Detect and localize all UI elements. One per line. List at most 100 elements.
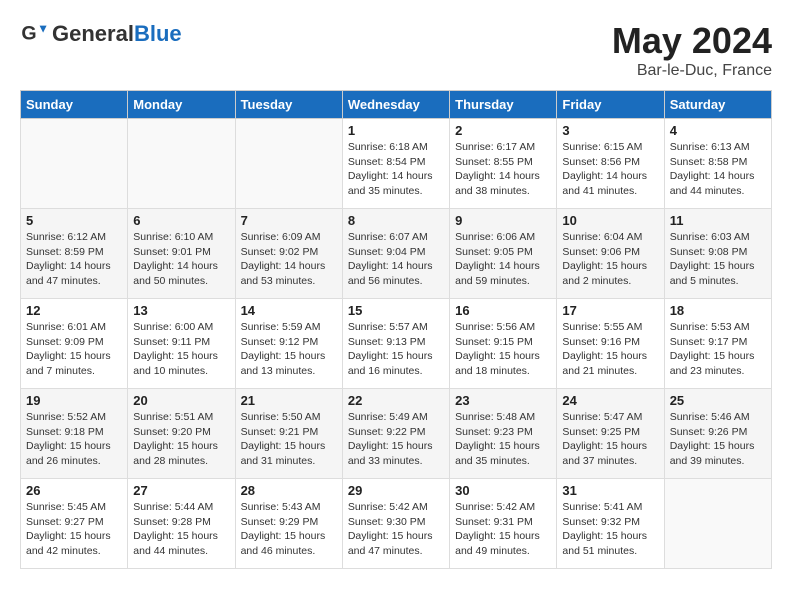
- header-day-wednesday: Wednesday: [342, 91, 449, 119]
- day-info: Sunrise: 6:09 AMSunset: 9:02 PMDaylight:…: [241, 230, 337, 289]
- table-row: 16Sunrise: 5:56 AMSunset: 9:15 PMDayligh…: [450, 299, 557, 389]
- table-row: [21, 119, 128, 209]
- day-info: Sunrise: 6:00 AMSunset: 9:11 PMDaylight:…: [133, 320, 229, 379]
- day-info: Sunrise: 5:42 AMSunset: 9:30 PMDaylight:…: [348, 500, 444, 559]
- day-number: 31: [562, 483, 658, 498]
- location-title: Bar-le-Duc, France: [612, 62, 772, 80]
- day-number: 20: [133, 393, 229, 408]
- logo-icon: G: [20, 20, 48, 48]
- table-row: 5 Sunrise: 6:12 AMSunset: 8:59 PMDaylight…: [21, 209, 128, 299]
- day-number: 30: [455, 483, 551, 498]
- day-info: Sunrise: 5:41 AMSunset: 9:32 PMDaylight:…: [562, 500, 658, 559]
- table-row: 2Sunrise: 6:17 AMSunset: 8:55 PMDaylight…: [450, 119, 557, 209]
- week-row-3: 12Sunrise: 6:01 AMSunset: 9:09 PMDayligh…: [21, 299, 772, 389]
- day-info: Sunrise: 5:52 AMSunset: 9:18 PMDaylight:…: [26, 410, 122, 469]
- table-row: 17Sunrise: 5:55 AMSunset: 9:16 PMDayligh…: [557, 299, 664, 389]
- table-row: 26 Sunrise: 5:45 AMSunset: 9:27 PMDayligh…: [21, 479, 128, 569]
- day-number: 9: [455, 213, 551, 228]
- day-info: Sunrise: 5:49 AMSunset: 9:22 PMDaylight:…: [348, 410, 444, 469]
- day-info: Sunrise: 5:42 AMSunset: 9:31 PMDaylight:…: [455, 500, 551, 559]
- day-number: 14: [241, 303, 337, 318]
- day-number: 19: [26, 393, 122, 408]
- day-number: 25: [670, 393, 766, 408]
- day-info: Sunrise: 6:06 AMSunset: 9:05 PMDaylight:…: [455, 230, 551, 289]
- day-info: Sunrise: 6:04 AMSunset: 9:06 PMDaylight:…: [562, 230, 658, 289]
- day-number: 15: [348, 303, 444, 318]
- table-row: 29 Sunrise: 5:42 AMSunset: 9:30 PMDayligh…: [342, 479, 449, 569]
- day-info: Sunrise: 5:43 AMSunset: 9:29 PMDaylight:…: [241, 500, 337, 559]
- day-info: Sunrise: 5:46 AMSunset: 9:26 PMDaylight:…: [670, 410, 766, 469]
- week-row-1: 1Sunrise: 6:18 AMSunset: 8:54 PMDaylight…: [21, 119, 772, 209]
- calendar-table: SundayMondayTuesdayWednesdayThursdayFrid…: [20, 90, 772, 569]
- table-row: [128, 119, 235, 209]
- day-number: 22: [348, 393, 444, 408]
- logo-general: General: [52, 21, 134, 46]
- week-row-5: 26 Sunrise: 5:45 AMSunset: 9:27 PMDayligh…: [21, 479, 772, 569]
- table-row: [235, 119, 342, 209]
- table-row: 20 Sunrise: 5:51 AMSunset: 9:20 PMDayligh…: [128, 389, 235, 479]
- day-number: 10: [562, 213, 658, 228]
- table-row: 30 Sunrise: 5:42 AMSunset: 9:31 PMDayligh…: [450, 479, 557, 569]
- header: G GeneralBlue May 2024 Bar-le-Duc, Franc…: [20, 20, 772, 80]
- day-number: 8: [348, 213, 444, 228]
- table-row: 19 Sunrise: 5:52 AMSunset: 9:18 PMDayligh…: [21, 389, 128, 479]
- table-row: 21 Sunrise: 5:50 AMSunset: 9:21 PMDayligh…: [235, 389, 342, 479]
- table-row: 6 Sunrise: 6:10 AMSunset: 9:01 PMDaylight…: [128, 209, 235, 299]
- day-number: 2: [455, 123, 551, 138]
- day-info: Sunrise: 6:01 AMSunset: 9:09 PMDaylight:…: [26, 320, 122, 379]
- day-number: 21: [241, 393, 337, 408]
- day-number: 29: [348, 483, 444, 498]
- day-info: Sunrise: 6:10 AMSunset: 9:01 PMDaylight:…: [133, 230, 229, 289]
- table-row: 12Sunrise: 6:01 AMSunset: 9:09 PMDayligh…: [21, 299, 128, 389]
- day-number: 3: [562, 123, 658, 138]
- table-row: 22 Sunrise: 5:49 AMSunset: 9:22 PMDayligh…: [342, 389, 449, 479]
- day-info: Sunrise: 5:57 AMSunset: 9:13 PMDaylight:…: [348, 320, 444, 379]
- table-row: 3 Sunrise: 6:15 AMSunset: 8:56 PMDaylight…: [557, 119, 664, 209]
- logo-text: GeneralBlue: [52, 21, 182, 47]
- day-info: Sunrise: 5:59 AMSunset: 9:12 PMDaylight:…: [241, 320, 337, 379]
- table-row: 31 Sunrise: 5:41 AMSunset: 9:32 PMDayligh…: [557, 479, 664, 569]
- day-info: Sunrise: 5:51 AMSunset: 9:20 PMDaylight:…: [133, 410, 229, 469]
- day-info: Sunrise: 5:55 AMSunset: 9:16 PMDaylight:…: [562, 320, 658, 379]
- table-row: 10 Sunrise: 6:04 AMSunset: 9:06 PMDayligh…: [557, 209, 664, 299]
- table-row: 14 Sunrise: 5:59 AMSunset: 9:12 PMDayligh…: [235, 299, 342, 389]
- table-row: 1Sunrise: 6:18 AMSunset: 8:54 PMDaylight…: [342, 119, 449, 209]
- svg-text:G: G: [21, 23, 36, 45]
- header-row: SundayMondayTuesdayWednesdayThursdayFrid…: [21, 91, 772, 119]
- day-number: 7: [241, 213, 337, 228]
- header-day-sunday: Sunday: [21, 91, 128, 119]
- table-row: 7 Sunrise: 6:09 AMSunset: 9:02 PMDaylight…: [235, 209, 342, 299]
- table-row: [664, 479, 771, 569]
- day-number: 6: [133, 213, 229, 228]
- logo: G GeneralBlue: [20, 20, 182, 48]
- header-day-monday: Monday: [128, 91, 235, 119]
- header-day-saturday: Saturday: [664, 91, 771, 119]
- day-info: Sunrise: 5:48 AMSunset: 9:23 PMDaylight:…: [455, 410, 551, 469]
- table-row: 27Sunrise: 5:44 AMSunset: 9:28 PMDayligh…: [128, 479, 235, 569]
- month-title: May 2024: [612, 20, 772, 62]
- day-info: Sunrise: 6:07 AMSunset: 9:04 PMDaylight:…: [348, 230, 444, 289]
- day-number: 5: [26, 213, 122, 228]
- day-number: 27: [133, 483, 229, 498]
- day-info: Sunrise: 5:47 AMSunset: 9:25 PMDaylight:…: [562, 410, 658, 469]
- day-number: 13: [133, 303, 229, 318]
- table-row: 9 Sunrise: 6:06 AMSunset: 9:05 PMDaylight…: [450, 209, 557, 299]
- table-row: 25 Sunrise: 5:46 AMSunset: 9:26 PMDayligh…: [664, 389, 771, 479]
- day-info: Sunrise: 6:18 AMSunset: 8:54 PMDaylight:…: [348, 140, 444, 199]
- day-info: Sunrise: 6:12 AMSunset: 8:59 PMDaylight:…: [26, 230, 122, 289]
- day-number: 26: [26, 483, 122, 498]
- day-number: 28: [241, 483, 337, 498]
- day-info: Sunrise: 5:53 AMSunset: 9:17 PMDaylight:…: [670, 320, 766, 379]
- table-row: 15 Sunrise: 5:57 AMSunset: 9:13 PMDayligh…: [342, 299, 449, 389]
- header-day-thursday: Thursday: [450, 91, 557, 119]
- day-info: Sunrise: 5:50 AMSunset: 9:21 PMDaylight:…: [241, 410, 337, 469]
- day-number: 23: [455, 393, 551, 408]
- header-day-tuesday: Tuesday: [235, 91, 342, 119]
- day-info: Sunrise: 5:45 AMSunset: 9:27 PMDaylight:…: [26, 500, 122, 559]
- day-info: Sunrise: 6:15 AMSunset: 8:56 PMDaylight:…: [562, 140, 658, 199]
- table-row: 13 Sunrise: 6:00 AMSunset: 9:11 PMDayligh…: [128, 299, 235, 389]
- day-number: 4: [670, 123, 766, 138]
- header-day-friday: Friday: [557, 91, 664, 119]
- title-area: May 2024 Bar-le-Duc, France: [612, 20, 772, 80]
- day-number: 11: [670, 213, 766, 228]
